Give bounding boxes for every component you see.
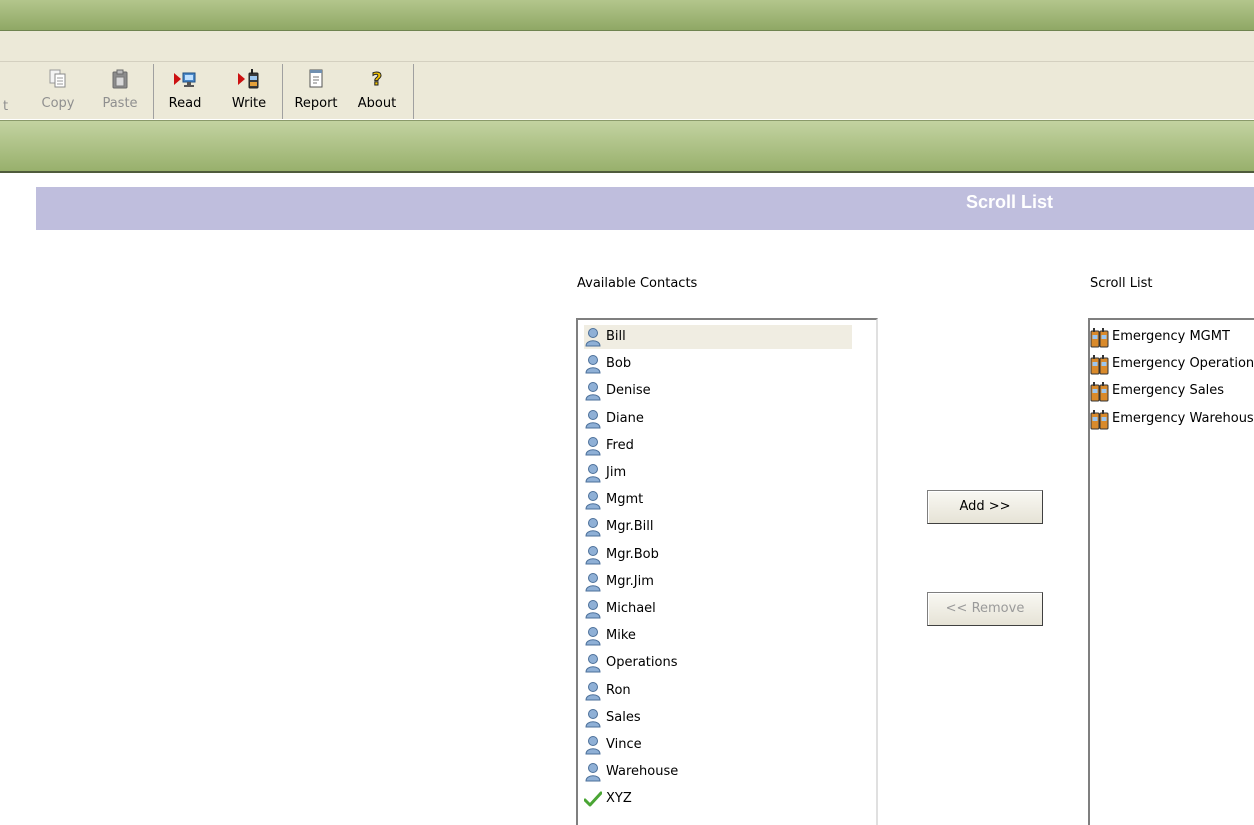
contact-list-item-label: Mgr.Jim bbox=[606, 573, 654, 589]
contact-list-item[interactable]: Mgmt bbox=[584, 488, 852, 512]
contact-list-item-label: Vince bbox=[606, 737, 642, 752]
about-button[interactable]: ? About bbox=[351, 64, 403, 116]
contact-list-item[interactable]: Operations bbox=[584, 651, 852, 675]
person-icon bbox=[584, 681, 602, 701]
read-radio-icon bbox=[160, 68, 210, 96]
radio-group-icon bbox=[1090, 354, 1109, 375]
contact-list-item[interactable]: Ron bbox=[584, 679, 852, 703]
contact-list-item[interactable]: Fred bbox=[584, 434, 852, 458]
contact-list-item-label: Mgmt bbox=[606, 492, 644, 508]
contact-list-item-label: Bill bbox=[606, 329, 626, 344]
contact-list-item-label: Warehouse bbox=[606, 764, 679, 780]
write-radio-icon bbox=[222, 68, 276, 96]
remove-button[interactable]: << Remove bbox=[927, 592, 1043, 626]
svg-text:?: ? bbox=[372, 69, 382, 90]
person-icon bbox=[584, 490, 602, 510]
radio-group-icon bbox=[1090, 381, 1109, 402]
person-icon bbox=[584, 653, 602, 673]
contact-list-item[interactable]: Michael bbox=[584, 597, 852, 621]
person-icon bbox=[584, 436, 602, 456]
person-icon bbox=[584, 572, 602, 592]
report-icon bbox=[287, 68, 345, 96]
contact-list-item-label: Bob bbox=[606, 356, 632, 372]
person-icon bbox=[584, 409, 602, 429]
radio-group-icon bbox=[1090, 409, 1109, 430]
contact-list-item-label: Sales bbox=[606, 709, 641, 725]
contact-list-item-label: Ron bbox=[606, 682, 631, 698]
paste-icon bbox=[96, 68, 144, 96]
person-icon bbox=[584, 354, 602, 374]
scroll-list-label: Scroll List bbox=[1090, 276, 1153, 291]
person-icon bbox=[584, 762, 602, 782]
contact-list-item-label: Operations bbox=[606, 655, 678, 671]
contact-list-item[interactable]: Mgr.Bill bbox=[584, 515, 852, 539]
copy-icon bbox=[34, 68, 82, 96]
person-icon bbox=[584, 381, 602, 401]
toolbar-group-radio: Read Write bbox=[154, 64, 283, 119]
scroll-list-item-label: Emergency MGMT bbox=[1112, 329, 1230, 344]
available-contacts-label: Available Contacts bbox=[577, 276, 698, 291]
contact-list-item[interactable]: Mike bbox=[584, 624, 852, 648]
person-icon bbox=[584, 545, 602, 565]
contact-list-item[interactable]: Mgr.Bob bbox=[584, 543, 852, 567]
section-title: Scroll List bbox=[966, 192, 1054, 212]
contact-list-item-label: XYZ bbox=[606, 791, 632, 807]
scroll-list-item-label: Emergency Operations bbox=[1112, 356, 1254, 372]
title-bar bbox=[0, 0, 1254, 31]
person-icon bbox=[584, 599, 602, 619]
contact-list-item[interactable]: Denise bbox=[584, 379, 852, 403]
green-status-bar bbox=[0, 120, 1254, 173]
contact-list-item-label: Denise bbox=[606, 383, 651, 399]
scroll-list-item-label: Emergency Warehouse bbox=[1112, 410, 1254, 426]
person-icon bbox=[584, 327, 602, 347]
person-icon bbox=[584, 463, 602, 483]
contact-list-item[interactable]: Bill bbox=[584, 325, 852, 349]
person-icon bbox=[584, 708, 602, 728]
contact-list-item-label: Fred bbox=[606, 437, 634, 453]
write-button[interactable]: Write bbox=[222, 64, 276, 116]
menu-bar bbox=[0, 31, 1254, 62]
add-button[interactable]: Add >> bbox=[927, 490, 1043, 524]
scroll-list-item[interactable]: Emergency Warehouse bbox=[1090, 407, 1254, 431]
person-icon bbox=[584, 517, 602, 537]
contact-list-item-label: Mgr.Bob bbox=[606, 546, 659, 562]
contact-list-item-label: Mike bbox=[606, 628, 636, 644]
report-button[interactable]: Report bbox=[287, 64, 345, 116]
toolbar-group-clipboard: Copy Paste bbox=[0, 64, 154, 119]
available-contacts-list[interactable]: Bill Bob Denise Diane Fred Jim Mgmt Mgr.Bill Mgr… bbox=[576, 318, 878, 825]
checkmark-icon bbox=[583, 789, 603, 809]
contact-list-item-label: Jim bbox=[606, 465, 627, 480]
person-icon bbox=[584, 626, 602, 646]
copy-button[interactable]: Copy bbox=[34, 64, 82, 116]
read-button[interactable]: Read bbox=[160, 64, 210, 116]
contact-list-item[interactable]: Bob bbox=[584, 352, 852, 376]
help-icon: ? bbox=[351, 68, 403, 96]
contact-list-item[interactable]: Mgr.Jim bbox=[584, 570, 852, 594]
toolbar-group-info: Report ? About bbox=[283, 64, 414, 119]
paste-button[interactable]: Paste bbox=[96, 64, 144, 116]
contact-list-item-label: Mgr.Bill bbox=[606, 519, 654, 535]
radio-group-icon bbox=[1090, 327, 1109, 348]
contact-list-item[interactable]: XYZ bbox=[583, 787, 852, 811]
contact-list-item-label: Michael bbox=[606, 601, 656, 616]
scroll-list-item[interactable]: Emergency MGMT bbox=[1090, 325, 1230, 349]
contact-list-item[interactable]: Jim bbox=[584, 461, 852, 485]
person-icon bbox=[584, 735, 602, 755]
scroll-list-item[interactable]: Emergency Sales bbox=[1090, 379, 1224, 403]
contact-list-item[interactable]: Warehouse bbox=[584, 760, 852, 784]
scroll-list-item-label: Emergency Sales bbox=[1112, 383, 1225, 399]
section-header: Scroll List bbox=[36, 187, 1254, 230]
contact-list-item[interactable]: Sales bbox=[584, 706, 852, 730]
scroll-list-box[interactable]: Emergency MGMT Emergency Operations Emerge… bbox=[1088, 318, 1254, 825]
toolbar: t Copy Paste Read Write Report ? About bbox=[0, 62, 1254, 119]
contact-list-item[interactable]: Vince bbox=[584, 733, 852, 757]
contact-list-item[interactable]: Diane bbox=[584, 407, 852, 431]
contact-list-item-label: Diane bbox=[606, 410, 644, 426]
scroll-list-item[interactable]: Emergency Operations bbox=[1090, 352, 1254, 376]
